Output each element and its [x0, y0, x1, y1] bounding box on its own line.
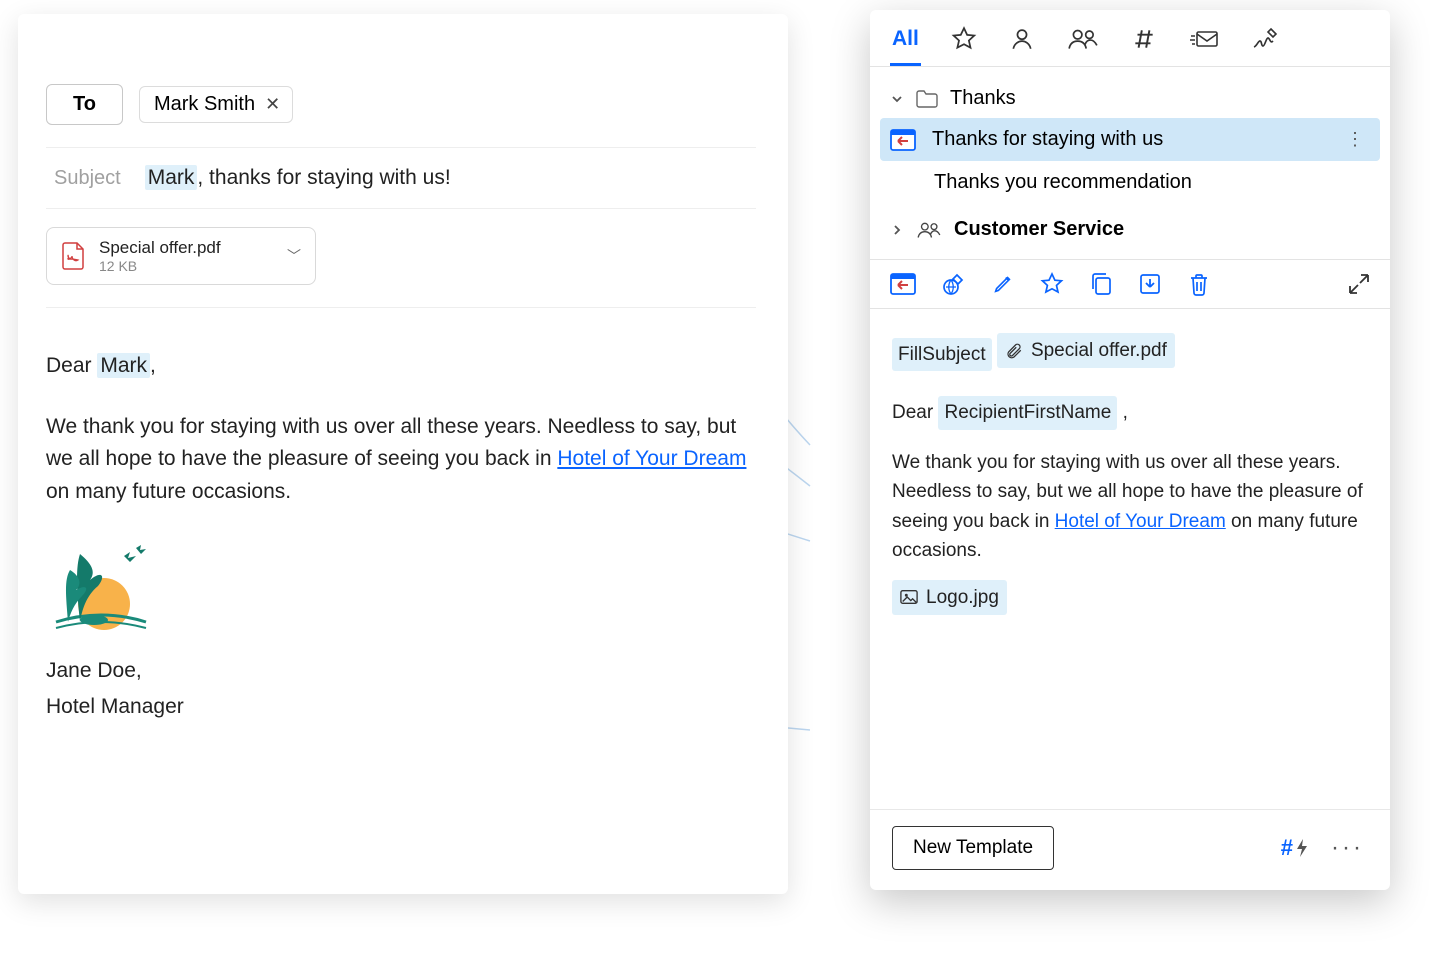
- mail-send-icon: [1189, 27, 1219, 51]
- edit-html-icon[interactable]: [942, 272, 966, 296]
- people-icon: [916, 220, 942, 240]
- attachment-size: 12 KB: [99, 258, 221, 274]
- subject-input[interactable]: Mark, thanks for staying with us!: [145, 166, 451, 190]
- paperclip-icon: [1005, 342, 1023, 360]
- image-icon: [900, 589, 918, 605]
- email-body[interactable]: Dear Mark, We thank you for staying with…: [46, 350, 756, 724]
- chevron-right-icon: [890, 223, 904, 237]
- kebab-menu-icon[interactable]: ⋮: [1346, 129, 1366, 150]
- person-icon: [1009, 26, 1035, 52]
- recipient-firstname-tag: RecipientFirstName: [938, 396, 1117, 429]
- hotel-link[interactable]: Hotel of Your Dream: [557, 447, 746, 470]
- template-tree: Thanks Thanks for staying with us ⋮ Than…: [870, 67, 1390, 259]
- greeting: Dear Mark,: [46, 350, 756, 383]
- tab-team[interactable]: [1067, 26, 1099, 66]
- to-button[interactable]: To: [46, 84, 123, 125]
- attachment-card[interactable]: Special offer.pdf 12 KB ﹀: [46, 227, 316, 285]
- copy-icon[interactable]: [1090, 272, 1112, 296]
- subject-label: Subject: [54, 167, 121, 190]
- preview-body: We thank you for staying with us over al…: [892, 448, 1368, 566]
- favorite-icon[interactable]: [1040, 272, 1064, 296]
- delete-icon[interactable]: [1188, 272, 1210, 296]
- folder-customer-service[interactable]: Customer Service: [880, 210, 1380, 249]
- template-preview: FillSubject Special offer.pdf Dear Recip…: [870, 309, 1390, 631]
- folder-icon: [916, 90, 938, 108]
- signature-logo: [46, 536, 756, 647]
- divider: [46, 307, 756, 308]
- signature-title: Hotel Manager: [46, 691, 756, 724]
- subject-highlight: Mark: [145, 165, 198, 190]
- people-icon: [1067, 26, 1099, 52]
- recipient-name: Mark Smith: [154, 93, 255, 116]
- template-thanks-staying[interactable]: Thanks for staying with us ⋮: [880, 118, 1380, 161]
- import-icon[interactable]: [1138, 272, 1162, 296]
- preview-attachment: Special offer.pdf: [997, 333, 1175, 368]
- recipient-chip[interactable]: Mark Smith ✕: [139, 86, 293, 123]
- new-template-button[interactable]: New Template: [892, 826, 1054, 870]
- preview-hotel-link[interactable]: Hotel of Your Dream: [1055, 511, 1226, 532]
- tab-sign[interactable]: [1251, 27, 1279, 65]
- tab-hash[interactable]: [1131, 26, 1157, 66]
- chevron-down-icon: [890, 92, 904, 106]
- tab-favorites[interactable]: [951, 26, 977, 66]
- tab-personal[interactable]: [1009, 26, 1035, 66]
- attachment-name: Special offer.pdf: [99, 238, 221, 258]
- template-panel: All Thanks: [870, 10, 1390, 890]
- bolt-icon: [1295, 838, 1309, 858]
- star-icon: [951, 26, 977, 52]
- pdf-icon: [61, 242, 85, 270]
- tab-all[interactable]: All: [892, 27, 919, 65]
- hash-icon: [1131, 26, 1157, 52]
- expand-icon[interactable]: [1348, 273, 1370, 295]
- panel-footer: New Template # ···: [870, 809, 1390, 890]
- folder-thanks[interactable]: Thanks: [880, 79, 1380, 118]
- tab-send[interactable]: [1189, 27, 1219, 65]
- insert-template-icon: [890, 129, 916, 151]
- body-paragraph: We thank you for staying with us over al…: [46, 411, 756, 509]
- signature-name: Jane Doe,: [46, 655, 756, 688]
- hash-bolt-button[interactable]: #: [1281, 835, 1309, 861]
- template-thanks-recommendation[interactable]: Thanks you recommendation: [880, 161, 1380, 204]
- edit-icon[interactable]: [992, 273, 1014, 295]
- compose-pane: To Mark Smith ✕ Subject Mark, thanks for…: [18, 14, 788, 894]
- signature-icon: [1251, 27, 1279, 51]
- panel-tabs: All: [870, 10, 1390, 67]
- preview-logo: Logo.jpg: [892, 580, 1007, 615]
- more-menu-icon[interactable]: ···: [1327, 834, 1368, 862]
- chevron-down-icon[interactable]: ﹀: [287, 246, 301, 266]
- preview-toolbar: [870, 259, 1390, 309]
- fillsubject-tag: FillSubject: [892, 338, 992, 371]
- remove-recipient-icon[interactable]: ✕: [265, 94, 280, 115]
- insert-icon[interactable]: [890, 273, 916, 295]
- preview-greeting: Dear RecipientFirstName ,: [892, 396, 1368, 429]
